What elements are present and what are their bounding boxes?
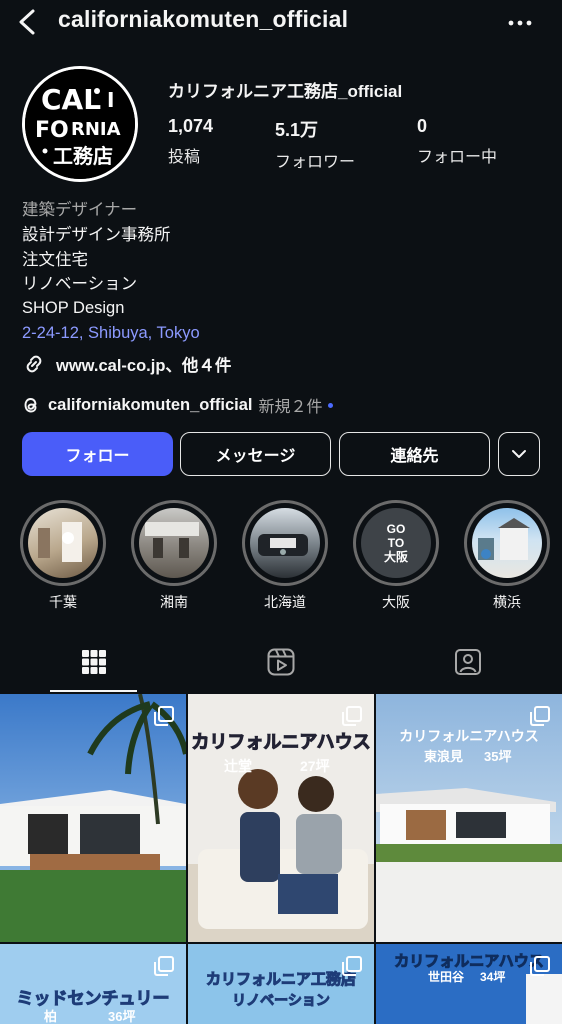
avatar[interactable]: CAL I FO RNIA 工務店: [22, 66, 138, 182]
highlight-label: 横浜: [493, 594, 521, 610]
website-link[interactable]: www.cal-co.jp、他４件: [22, 351, 231, 377]
svg-text:工務店: 工務店: [53, 144, 113, 168]
bio-line: リノベーション: [22, 275, 138, 293]
post-subtitle: リノベーション: [232, 992, 331, 1009]
highlight-hokkaido[interactable]: 北海道: [242, 500, 328, 612]
bio-line: 注文住宅: [22, 251, 88, 269]
bio-line: SHOP Design: [22, 299, 125, 317]
threads-badge[interactable]: californiakomuten_official 新規２件: [22, 392, 334, 418]
post-tile[interactable]: カリフォルニアハウス 辻堂 27坪: [188, 694, 374, 942]
carousel-icon: [342, 706, 362, 726]
carousel-icon: [342, 956, 362, 976]
post-subtitle: 36坪: [108, 1009, 136, 1024]
highlight-shonan[interactable]: 湘南: [131, 500, 217, 612]
stat-followers-value: 5.1万: [275, 120, 319, 140]
post-subtitle: 世田谷: [428, 970, 465, 984]
suggested-accounts-button[interactable]: [498, 432, 540, 476]
post-subtitle: 27坪: [300, 758, 330, 774]
profile-category: 建築デザイナー: [22, 201, 138, 219]
carousel-icon: [530, 706, 550, 726]
tagged-icon: [454, 649, 481, 675]
carousel-icon: [530, 956, 550, 976]
unread-dot: [328, 402, 334, 408]
highlight-label: 千葉: [49, 594, 77, 610]
highlight-thumbnail: [28, 508, 98, 578]
post-subtitle: 東浪見: [424, 749, 464, 764]
tab-tagged[interactable]: [374, 630, 561, 694]
stat-followers-label: フォロワー: [275, 154, 356, 171]
post-image: [0, 694, 186, 942]
highlight-yokohama[interactable]: 横浜: [464, 500, 550, 612]
svg-text:RNIA: RNIA: [71, 119, 121, 140]
link-icon: [26, 355, 42, 373]
stat-following[interactable]: 0 フォロー中: [417, 116, 497, 167]
stat-posts-label: 投稿: [168, 149, 201, 166]
threads-new-count: 新規２件: [258, 399, 323, 416]
stat-following-label: フォロー中: [417, 149, 498, 166]
chevron-down-icon: [512, 450, 526, 458]
carousel-icon: [154, 706, 174, 726]
follow-button[interactable]: フォロー: [22, 432, 173, 476]
post-subtitle: 34坪: [480, 970, 506, 984]
highlight-label: 大阪: [382, 594, 410, 610]
display-name: カリフォルニア工務店_official: [168, 82, 403, 101]
threads-icon: [24, 398, 37, 413]
highlight-thumb-text: TO: [387, 536, 405, 550]
highlight-thumbnail: [250, 508, 320, 578]
post-subtitle: 柏: [44, 1009, 58, 1024]
stat-following-value: 0: [417, 116, 428, 136]
contact-button[interactable]: 連絡先: [339, 432, 490, 476]
more-horizontal-icon[interactable]: [508, 19, 532, 27]
highlight-label: 湘南: [160, 594, 188, 610]
post-grid: カリフォルニアハウス 辻堂 27坪 カリフォルニアハウス 東浪見 35坪 ミッド…: [0, 694, 562, 1024]
highlight-thumbnail: [472, 508, 542, 578]
grid-icon: [81, 650, 106, 674]
highlight-thumb-text: 大阪: [383, 550, 408, 564]
stat-followers[interactable]: 5.1万 フォロワー: [275, 116, 355, 172]
profile-username: californiakomuten_official: [58, 6, 349, 32]
post-subtitle: 辻堂: [224, 758, 252, 774]
bio-line: 設計デザイン事務所: [22, 226, 171, 244]
post-subtitle: 35坪: [484, 749, 512, 764]
svg-text:CAL: CAL: [41, 83, 101, 116]
post-title: カリフォルニアハウス: [191, 732, 371, 753]
highlight-chiba[interactable]: 千葉: [20, 500, 106, 612]
reels-icon: [267, 648, 294, 676]
highlight-label: 北海道: [264, 594, 306, 610]
svg-text:I: I: [107, 88, 114, 112]
highlight-thumb-text: GO: [386, 522, 406, 536]
address-link[interactable]: 2-24-12, Shibuya, Tokyo: [22, 323, 200, 343]
website-link-text: www.cal-co.jp、他４件: [56, 357, 232, 375]
threads-handle: californiakomuten_official: [48, 395, 253, 414]
post-title: ミッドセンチュリー: [16, 989, 170, 1009]
stat-posts-value: 1,074: [168, 116, 214, 136]
avatar-logo: CAL I FO RNIA 工務店: [25, 69, 135, 179]
highlight-thumbnail: GO TO 大阪: [361, 508, 431, 578]
post-tile[interactable]: [0, 694, 186, 942]
carousel-icon: [154, 956, 174, 976]
svg-text:FO: FO: [35, 118, 69, 143]
tab-posts-grid[interactable]: [0, 630, 187, 694]
highlight-osaka[interactable]: GO TO 大阪 大阪: [353, 500, 439, 612]
highlight-thumbnail: [139, 508, 209, 578]
top-bar: californiakomuten_official: [0, 0, 562, 48]
stat-posts[interactable]: 1,074 投稿: [168, 116, 213, 167]
post-tile[interactable]: カリフォルニアハウス 東浪見 35坪: [376, 694, 562, 942]
profile-tabs: [0, 630, 562, 694]
active-tab-indicator: [50, 690, 137, 692]
chevron-left-icon[interactable]: [14, 8, 40, 36]
post-title: カリフォルニアハウス: [399, 728, 539, 744]
message-button[interactable]: メッセージ: [180, 432, 331, 476]
tab-reels[interactable]: [187, 630, 374, 694]
